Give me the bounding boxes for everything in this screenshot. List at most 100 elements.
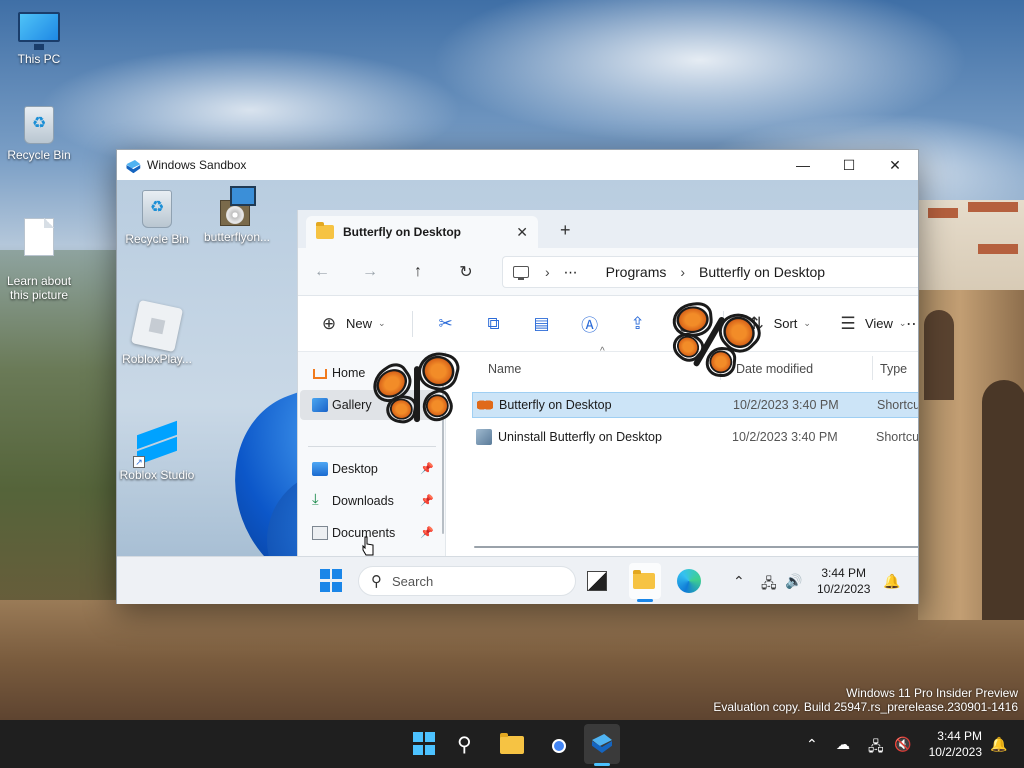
hand-cursor-icon — [362, 536, 374, 556]
new-button[interactable]: ⊕ New ⌄ — [318, 314, 386, 334]
documents-folder-icon — [312, 526, 328, 540]
wallpaper-valley — [0, 250, 130, 650]
nav-item-label: Home — [332, 366, 366, 380]
chevron-down-icon: ⌄ — [803, 318, 811, 328]
desktop-icon-label: This PC — [17, 52, 61, 66]
sandbox-icon-recycle-bin[interactable]: ♻ Recycle Bin — [117, 190, 197, 246]
onedrive-cloud-icon[interactable]: ☁ — [836, 736, 850, 753]
sandbox-icon-butterfly-installer[interactable]: butterflyon... — [197, 186, 277, 244]
copy-icon: ⧉ — [487, 313, 500, 333]
copy-button[interactable]: ⧉ — [483, 314, 505, 334]
home-icon — [313, 369, 327, 379]
address-bar[interactable]: › ⋯ Programs › Butterfly on Desktop — [502, 256, 918, 288]
sandbox-icon-roblox-player[interactable]: RobloxPlay... — [117, 299, 197, 366]
file-date: 10/2/2023 3:40 PM — [732, 430, 838, 444]
breadcrumb-current[interactable]: Butterfly on Desktop — [699, 264, 825, 280]
sandbox-desktop[interactable]: ♻ Recycle Bin butterflyon... RobloxPlay.… — [117, 180, 918, 556]
paste-button[interactable]: ▤ — [531, 314, 553, 334]
tab-butterfly-on-desktop[interactable]: Butterfly on Desktop ✕ — [306, 216, 538, 248]
file-type: Shortcut — [877, 398, 918, 412]
paste-icon: ▤ — [533, 313, 550, 333]
nav-item-label: Gallery — [332, 398, 372, 412]
horizontal-scrollbar[interactable] — [474, 546, 918, 548]
breadcrumb-overflow[interactable]: ⋯ — [564, 264, 578, 281]
maximize-button[interactable]: ☐ — [826, 150, 872, 180]
desktop-icon-label: Recycle Bin — [125, 232, 189, 246]
active-indicator — [594, 763, 610, 766]
file-row[interactable]: Uninstall Butterfly on Desktop 10/2/2023… — [472, 424, 918, 450]
new-label: New — [346, 316, 373, 331]
more-options-button[interactable]: ⋯ — [906, 314, 918, 334]
file-explorer-icon[interactable] — [633, 570, 655, 589]
edge-icon[interactable] — [677, 569, 701, 593]
back-arrow-icon[interactable]: ← — [298, 263, 346, 281]
share-button[interactable]: ⇪ — [627, 314, 649, 334]
network-icon[interactable]: 🖧 — [868, 736, 884, 760]
volume-icon[interactable]: 🔊 — [785, 573, 802, 590]
chevron-up-icon[interactable]: ⌃ — [733, 573, 745, 590]
scissors-icon: ✂ — [438, 313, 453, 333]
butterfly-shortcut-icon — [477, 397, 493, 413]
download-arrow-icon: ⤓ — [312, 491, 319, 508]
close-tab-icon[interactable]: ✕ — [516, 224, 528, 241]
desktop-icon-label: RobloxPlay... — [122, 352, 192, 366]
desktop-folder-icon — [312, 462, 328, 476]
host-clock[interactable]: 3:44 PM 10/2/2023 — [912, 728, 982, 760]
file-name: Uninstall Butterfly on Desktop — [498, 430, 662, 444]
start-icon[interactable] — [320, 569, 344, 593]
desktop-icon-label: Roblox Studio — [119, 468, 195, 482]
nav-item-desktop[interactable]: Desktop 📌 — [300, 454, 438, 484]
roblox-studio-icon: ↗ — [133, 420, 179, 468]
tab-title: Butterfly on Desktop — [343, 225, 462, 239]
column-header-type[interactable]: Type — [880, 362, 907, 376]
divider — [308, 446, 436, 447]
close-button[interactable]: ✕ — [872, 150, 918, 180]
search-box[interactable]: ⚲ Search — [358, 566, 576, 596]
watermark-line-1: Windows 11 Pro Insider Preview — [846, 686, 1018, 700]
windows-sandbox-window[interactable]: Windows Sandbox — ☐ ✕ ♻ Recycle Bin butt… — [116, 149, 919, 604]
wallpaper-town — [918, 200, 1024, 290]
search-icon[interactable]: ⚲ — [457, 732, 481, 756]
file-explorer-icon[interactable] — [500, 733, 524, 754]
document-icon — [24, 218, 54, 256]
sandbox-icon-roblox-studio[interactable]: ↗ Roblox Studio — [117, 420, 197, 482]
volume-muted-icon[interactable]: 🔇 — [894, 736, 911, 753]
file-row[interactable]: Butterfly on Desktop 10/2/2023 3:40 PM S… — [472, 392, 918, 418]
folder-icon — [316, 222, 334, 239]
breadcrumb-programs[interactable]: Programs — [606, 264, 667, 280]
nav-item-label: Downloads — [332, 494, 394, 508]
forward-arrow-icon[interactable]: → — [346, 263, 394, 281]
column-separator[interactable] — [872, 356, 873, 380]
view-button[interactable]: ☰ View ⌄ — [837, 314, 906, 334]
chevron-up-icon[interactable]: ⌃ — [806, 736, 818, 753]
start-icon[interactable] — [413, 732, 437, 756]
rename-button[interactable]: Ⓐ — [579, 311, 601, 336]
desktop-icon-label: Learn about this picture — [6, 274, 72, 302]
network-icon[interactable]: 🖧 — [761, 573, 777, 597]
rename-icon: Ⓐ — [581, 316, 599, 335]
chevron-right-icon: › — [545, 264, 550, 280]
column-header-name[interactable]: Name — [488, 362, 521, 376]
task-view-icon[interactable] — [587, 571, 607, 591]
file-type: Shortcut — [876, 430, 918, 444]
view-label: View — [864, 316, 893, 331]
up-arrow-icon[interactable]: ↑ — [394, 263, 442, 281]
sandbox-clock[interactable]: 3:44 PM 10/2/2023 — [817, 565, 870, 597]
monitor-icon — [18, 12, 60, 50]
sort-label: Sort — [773, 316, 798, 331]
pin-icon: 📌 — [420, 463, 434, 475]
notification-bell-icon[interactable]: 🔔 — [990, 736, 1007, 753]
desktop-icon-recycle-bin[interactable]: ♻ Recycle Bin — [1, 106, 77, 162]
desktop-icon-label: Recycle Bin — [7, 148, 71, 162]
nav-item-downloads[interactable]: ⤓ Downloads 📌 — [300, 486, 438, 516]
cut-button[interactable]: ✂ — [435, 314, 457, 334]
window-controls: — ☐ ✕ — [780, 150, 918, 180]
tab-bar: Butterfly on Desktop ✕ + — [298, 210, 918, 248]
notification-bell-icon[interactable]: 🔔 — [883, 573, 900, 590]
desktop-icon-learn-about-picture[interactable]: Learn about this picture — [1, 204, 77, 302]
desktop-icon-this-pc[interactable]: This PC — [1, 12, 77, 66]
title-bar[interactable]: Windows Sandbox — ☐ ✕ — [117, 150, 918, 180]
new-tab-button[interactable]: + — [560, 220, 571, 241]
refresh-icon[interactable]: ↻ — [442, 262, 490, 282]
minimize-button[interactable]: — — [780, 150, 826, 180]
